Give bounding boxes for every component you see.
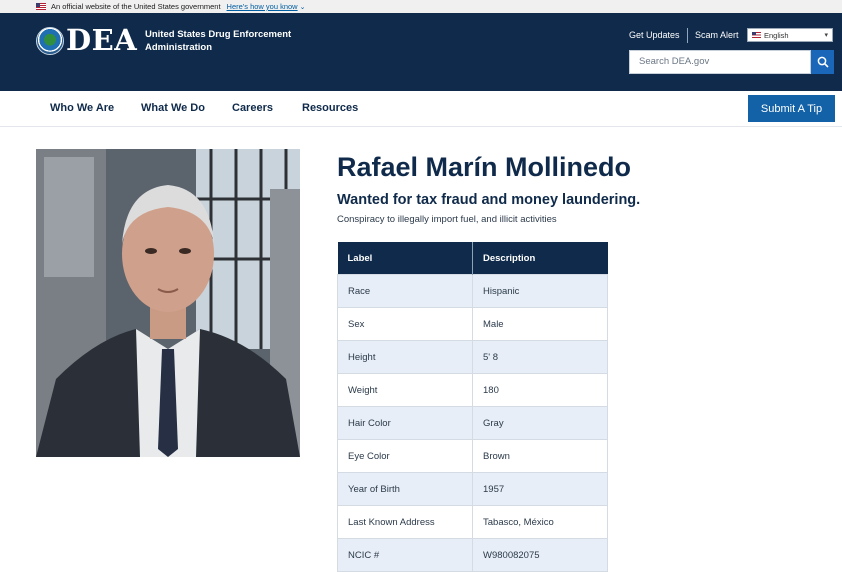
column-header: Description — [472, 242, 608, 275]
table-row: Hair Color Gray — [337, 406, 608, 440]
row-label: Sex — [337, 307, 473, 341]
charges-description: Conspiracy to illegally import fuel, and… — [337, 214, 557, 225]
submit-tip-button[interactable]: Submit A Tip — [748, 95, 835, 122]
row-label: Last Known Address — [337, 505, 473, 539]
row-value: Male — [472, 307, 608, 341]
row-label: Year of Birth — [337, 472, 473, 506]
row-label: Weight — [337, 373, 473, 407]
nav-careers[interactable]: Careers — [232, 102, 273, 114]
row-value: Gray — [472, 406, 608, 440]
row-label: Race — [337, 274, 473, 308]
search-input[interactable]: Search DEA.gov — [629, 50, 811, 74]
row-label: Height — [337, 340, 473, 374]
heres-how-you-know-link[interactable]: Here's how you know — [227, 2, 298, 11]
dea-logo[interactable]: DEA — [66, 24, 137, 56]
row-value: 180 — [472, 373, 608, 407]
chevron-down-icon[interactable]: ⌄ — [300, 3, 306, 11]
scam-alert-link[interactable]: Scam Alert — [695, 30, 739, 40]
row-value: Brown — [472, 439, 608, 473]
row-value: W980082075 — [472, 538, 608, 572]
table-row: Year of Birth 1957 — [337, 472, 608, 506]
page-title: Rafael Marín Mollinedo — [337, 152, 632, 182]
table-row: Weight 180 — [337, 373, 608, 407]
table-row: Sex Male — [337, 307, 608, 341]
us-flag-icon — [752, 32, 761, 38]
chevron-down-icon: ▾ — [824, 32, 828, 39]
language-selected: English — [764, 30, 789, 40]
table-row: Race Hispanic — [337, 274, 608, 308]
row-value: 1957 — [472, 472, 608, 506]
header-divider — [687, 28, 688, 43]
row-label: Eye Color — [337, 439, 473, 473]
row-label: Hair Color — [337, 406, 473, 440]
suspect-photo — [36, 149, 300, 457]
gov-banner: An official website of the United States… — [0, 0, 842, 13]
table-row: NCIC # W980082075 — [337, 538, 608, 572]
table-header-row: Label Description — [337, 242, 608, 275]
table-row: Last Known Address Tabasco, México — [337, 505, 608, 539]
table-row: Height 5' 8 — [337, 340, 608, 374]
gov-banner-text: An official website of the United States… — [51, 2, 221, 11]
table-row: Eye Color Brown — [337, 439, 608, 473]
row-value: 5' 8 — [472, 340, 608, 374]
main-nav — [0, 91, 842, 127]
wanted-subtitle: Wanted for tax fraud and money launderin… — [337, 192, 641, 208]
row-label: NCIC # — [337, 538, 473, 572]
language-select[interactable]: English ▾ — [747, 28, 833, 42]
row-value: Tabasco, México — [472, 505, 608, 539]
nav-what-we-do[interactable]: What We Do — [141, 102, 205, 114]
details-table: Label Description Race Hispanic Sex Male… — [337, 242, 608, 572]
us-flag-icon — [36, 3, 46, 10]
agency-name[interactable]: United States Drug Enforcement Administr… — [145, 28, 305, 54]
search-button[interactable] — [811, 50, 834, 74]
nav-resources[interactable]: Resources — [302, 102, 358, 114]
get-updates-link[interactable]: Get Updates — [629, 30, 680, 40]
search-icon — [817, 56, 829, 68]
nav-who-we-are[interactable]: Who We Are — [50, 102, 114, 114]
column-header: Label — [337, 242, 473, 275]
dea-seal-icon[interactable] — [36, 27, 64, 55]
row-value: Hispanic — [472, 274, 608, 308]
